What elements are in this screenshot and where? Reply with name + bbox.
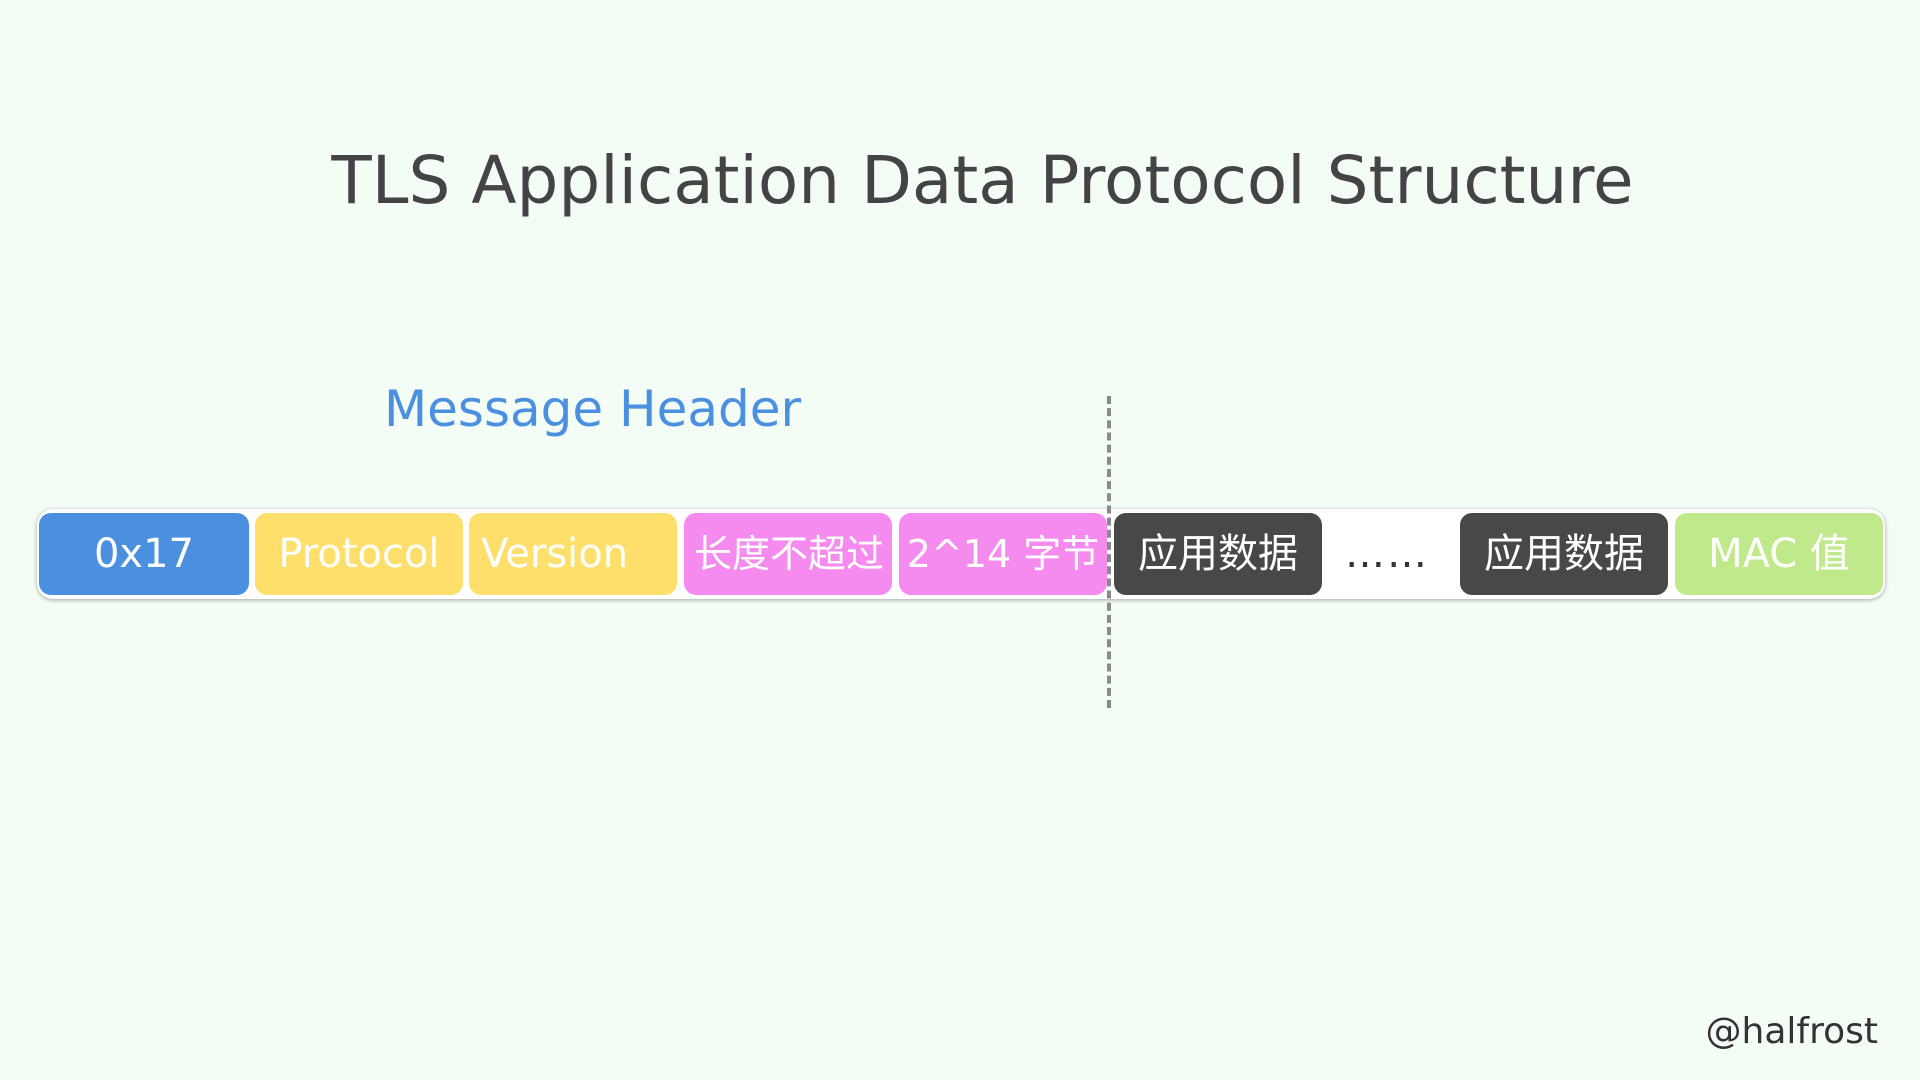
message-header-label: Message Header (384, 380, 802, 438)
length-limit-field: 长度不超过 (684, 513, 892, 595)
application-data-field: 应用数据 (1460, 513, 1668, 595)
record-structure-bar: 0x17 Protocol Version 长度不超过 2^14 字节 应用数据… (37, 509, 1885, 599)
diagram-title: TLS Application Data Protocol Structure (331, 142, 1634, 219)
ellipsis-separator: …… (1345, 531, 1429, 577)
length-bytes-field: 2^14 字节 (899, 513, 1107, 595)
protocol-field: Protocol (255, 513, 463, 595)
version-field: Version (469, 513, 677, 595)
content-type-field: 0x17 (39, 513, 249, 595)
header-payload-divider (1107, 396, 1111, 708)
mac-value-field: MAC 值 (1675, 513, 1883, 595)
application-data-field: 应用数据 (1114, 513, 1322, 595)
author-credit: @halfrost (1705, 1011, 1878, 1052)
